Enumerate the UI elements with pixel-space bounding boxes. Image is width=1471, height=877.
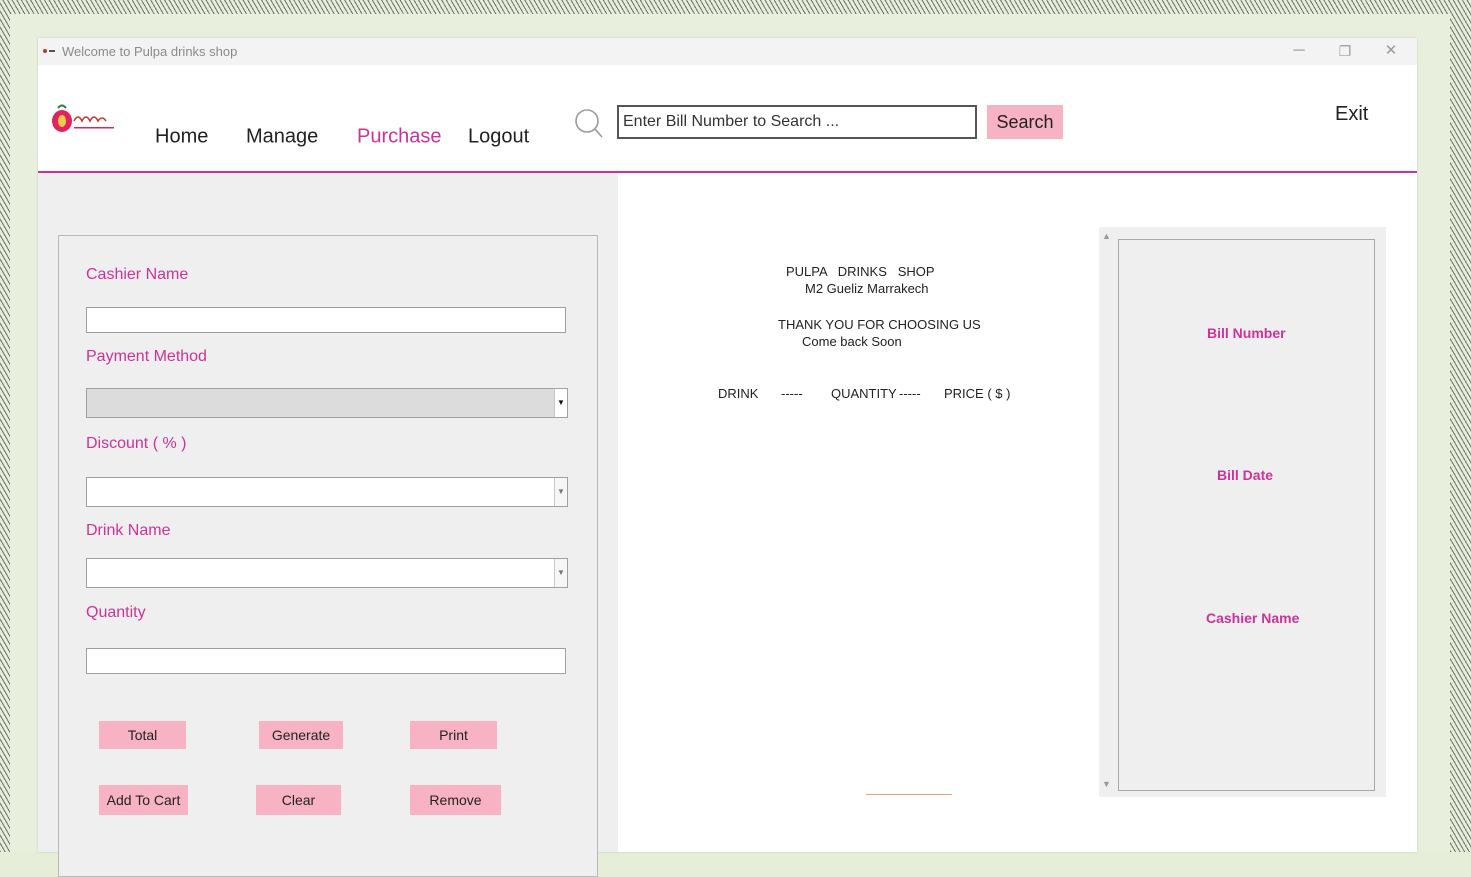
- chevron-down-icon[interactable]: ▼: [554, 389, 567, 417]
- receipt-col-drink: DRINK: [718, 386, 759, 401]
- receipt-come-back: Come back Soon: [802, 334, 902, 349]
- quantity-label: Quantity: [86, 604, 146, 621]
- title-bar: Welcome to Pulpa drinks shop ─ ❐ ✕: [38, 38, 1417, 65]
- cashier-name-label: Cashier Name: [86, 266, 189, 283]
- chevron-down-icon[interactable]: ▼: [554, 478, 567, 506]
- purchase-form: Cashier Name Payment Method ▼ Discount (…: [58, 235, 598, 877]
- drink-name-select[interactable]: ▼: [86, 558, 568, 588]
- add-to-cart-button[interactable]: Add To Cart: [99, 785, 188, 815]
- receipt-address: M2 Gueliz Marrakech: [805, 281, 929, 296]
- java-app-icon: [43, 49, 55, 53]
- scroll-down-icon[interactable]: ▼: [1102, 779, 1111, 789]
- receipt-divider: [866, 794, 952, 795]
- cashier-name-field[interactable]: [86, 307, 566, 333]
- nav-logout-link[interactable]: Logout: [468, 126, 529, 149]
- bill-search-input[interactable]: [617, 105, 977, 139]
- receipt-thanks: THANK YOU FOR CHOOSING US: [778, 317, 981, 332]
- receipt-shop-name: PULPA DRINKS SHOP: [786, 264, 935, 279]
- discount-select[interactable]: ▼: [86, 477, 568, 507]
- drink-name-label: Drink Name: [86, 522, 171, 539]
- payment-method-label: Payment Method: [86, 348, 207, 365]
- app-window: Welcome to Pulpa drinks shop ─ ❐ ✕ Home …: [38, 38, 1417, 877]
- generate-button[interactable]: Generate: [259, 721, 343, 749]
- total-button[interactable]: Total: [99, 721, 186, 749]
- bill-info-box: Bill Number Bill Date Cashier Name: [1118, 239, 1375, 791]
- receipt-separator: -----: [781, 386, 803, 401]
- scroll-up-icon[interactable]: ▲: [1102, 231, 1111, 241]
- clear-button[interactable]: Clear: [256, 785, 341, 815]
- search-button[interactable]: Search: [987, 105, 1063, 139]
- vertical-scrollbar[interactable]: ▲ ▼: [1099, 227, 1115, 797]
- pulpa-logo: [52, 104, 114, 132]
- minimize-button[interactable]: ─: [1284, 40, 1314, 62]
- bill-number-label: Bill Number: [1207, 325, 1286, 341]
- quantity-field[interactable]: [86, 648, 566, 674]
- cashier-name-info-label: Cashier Name: [1206, 610, 1300, 626]
- maximize-button[interactable]: ❐: [1330, 40, 1360, 62]
- bill-info-panel: ▲ ▼ Bill Number Bill Date Cashier Name: [1099, 227, 1386, 797]
- chevron-down-icon[interactable]: ▼: [554, 559, 567, 587]
- receipt-col-quantity: QUANTITY: [831, 386, 897, 401]
- receipt-area: PULPA DRINKS SHOP M2 Gueliz Marrakech TH…: [618, 173, 1098, 852]
- discount-label: Discount ( % ): [86, 435, 187, 452]
- receipt-separator: -----: [899, 386, 921, 401]
- bill-date-label: Bill Date: [1217, 467, 1274, 483]
- nav-purchase-link[interactable]: Purchase: [357, 126, 442, 149]
- window-title: Welcome to Pulpa drinks shop: [62, 44, 238, 59]
- remove-button[interactable]: Remove: [410, 785, 501, 815]
- exit-button[interactable]: Exit: [1335, 103, 1368, 126]
- nav-home-link[interactable]: Home: [155, 126, 208, 149]
- nav-manage-link[interactable]: Manage: [246, 126, 318, 149]
- purchase-form-panel: Cashier Name Payment Method ▼ Discount (…: [38, 173, 618, 877]
- print-button[interactable]: Print: [410, 721, 497, 749]
- receipt-col-price: PRICE ( $ ): [944, 386, 1011, 401]
- search-icon[interactable]: [574, 107, 604, 139]
- close-button[interactable]: ✕: [1376, 40, 1406, 62]
- nav-bar: Home Manage Purchase Logout Search Exit: [38, 65, 1417, 173]
- payment-method-select[interactable]: ▼: [86, 388, 568, 418]
